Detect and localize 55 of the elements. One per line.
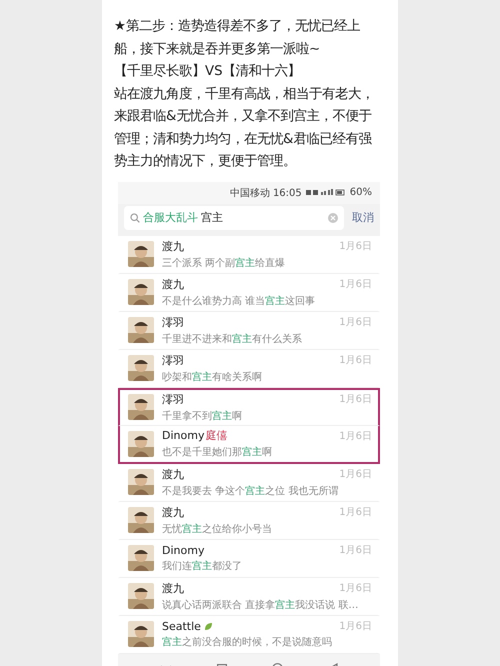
- group-name: 合服大乱斗: [143, 210, 198, 225]
- chat-result-row[interactable]: 渡九 1月6日 不是什么谁势力高 谁当宫主这回事: [118, 274, 380, 312]
- contact-name: Dinomy: [162, 544, 204, 556]
- message-date: 1月6日: [339, 393, 372, 406]
- message-snippet: 无忧宫主之位给你小号当: [162, 522, 273, 536]
- message-snippet: 三个派系 两个副宫主给直爆: [162, 256, 286, 270]
- article-paragraph: ★第二步：造势造得差不多了，无忧已经上船，接下来就是吞并更多第一派啦~: [114, 18, 361, 58]
- message-date: 1月6日: [339, 506, 372, 519]
- message-snippet: 不是什么谁势力高 谁当宫主这回事: [162, 294, 316, 308]
- search-query: 宫主: [201, 210, 224, 225]
- message-snippet: 吵架和宫主有啥关系啊: [162, 370, 263, 384]
- contact-name: 渡九: [162, 238, 184, 254]
- contact-name: 渡九: [162, 580, 184, 596]
- message-date: 1月6日: [339, 620, 372, 633]
- chat-result-row[interactable]: 澪羽 1月6日 千里拿不到宫主啊: [118, 388, 380, 426]
- contact-name: 澪羽: [162, 392, 184, 406]
- message-snippet: 千里拿不到宫主啊: [162, 410, 243, 422]
- message-snippet: 千里进不进来和宫主有什么关系: [162, 332, 303, 346]
- message-snippet: 我们连宫主都没了: [162, 560, 243, 573]
- message-date: 1月6日: [339, 278, 372, 291]
- search-icon: [130, 212, 140, 222]
- search-field[interactable]: 合服大乱斗 宫主: [124, 206, 344, 230]
- contact-name: 澪羽: [162, 352, 184, 368]
- message-snippet: 不是我要去 争这个宫主之位 我也无所谓: [162, 484, 340, 498]
- chat-result-row[interactable]: 澪羽 1月6日 吵架和宫主有啥关系啊: [118, 350, 380, 388]
- message-date: 1月6日: [339, 240, 372, 253]
- message-date: 1月6日: [339, 316, 372, 329]
- chat-result-row[interactable]: Dinomy 1月6日 我们连宫主都没了: [118, 540, 380, 578]
- message-date: 1月6日: [339, 544, 372, 557]
- contact-name: Seattle: [162, 620, 201, 632]
- cancel-link[interactable]: 取消: [352, 210, 374, 225]
- message-snippet: 说真心话两派联合 直接拿宫主我没话说 联…: [162, 598, 360, 612]
- battery-percent: 60%: [350, 187, 372, 198]
- contact-name: 渡九: [162, 466, 184, 482]
- article-paragraph: 站在渡九角度，千里有高战，相当于有老大，来跟君临&无忧合并，又拿不到宫主，不便于管理；清和势力均匀，在无忧&君临已经有强势主力的情况下，更便于管理。: [114, 86, 375, 171]
- message-date: 1月6日: [339, 430, 372, 442]
- chat-result-row[interactable]: 澪羽 1月6日 千里进不进来和宫主有什么关系: [118, 312, 380, 350]
- message-date: 1月6日: [339, 582, 372, 595]
- article-paragraph: 【千里尽长歌】VS【清和十六】: [114, 62, 302, 81]
- chat-result-row[interactable]: 渡九 1月6日 不是我要去 争这个宫主之位 我也无所谓: [118, 464, 380, 502]
- message-date: 1月6日: [339, 468, 372, 481]
- message-date: 1月6日: [339, 354, 372, 367]
- contact-name: 渡九: [162, 276, 184, 292]
- chat-result-row[interactable]: Dinomy庭僖 1月6日 也不是千里她们那宫主啊: [118, 426, 380, 464]
- chat-result-row[interactable]: 渡九 1月6日 三个派系 两个副宫主给直爆: [118, 236, 380, 274]
- message-snippet: 宫主之前没合服的时候，不是说随意吗: [162, 636, 333, 649]
- name-annotation: 庭僖: [205, 428, 228, 443]
- contact-name: 澪羽: [162, 314, 184, 330]
- contact-name: Dinomy: [162, 429, 204, 442]
- chat-result-row[interactable]: 渡九 1月6日 无忧宫主之位给你小号当: [118, 502, 380, 540]
- contact-name: 渡九: [162, 504, 184, 520]
- carrier-time: 中国移动 16:05: [230, 186, 302, 200]
- status-icons: [306, 189, 346, 196]
- chat-result-row[interactable]: 渡九 1月6日 说真心话两派联合 直接拿宫主我没话说 联…: [118, 578, 380, 616]
- message-snippet: 也不是千里她们那宫主啊: [162, 446, 273, 459]
